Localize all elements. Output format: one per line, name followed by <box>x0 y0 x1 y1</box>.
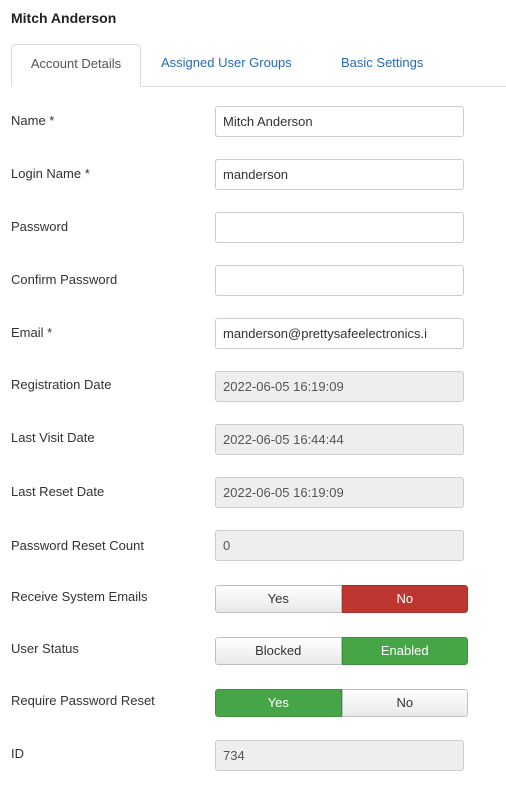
login-name-input[interactable]: manderson <box>215 159 464 190</box>
receive-emails-no-option[interactable]: No <box>341 585 468 613</box>
name-label: Name * <box>11 113 55 128</box>
password-label: Password <box>11 219 69 234</box>
require-reset-no-option[interactable]: No <box>341 689 468 717</box>
id-label: ID <box>11 746 24 761</box>
registration-date-label: Registration Date <box>11 377 112 392</box>
id-field: 734 <box>215 740 464 771</box>
user-status-label: User Status <box>11 641 79 656</box>
last-visit-date-field: 2022-06-05 16:44:44 <box>215 424 464 455</box>
login-name-label: Login Name * <box>11 166 90 181</box>
registration-date-field: 2022-06-05 16:19:09 <box>215 371 464 402</box>
page-title: Mitch Anderson <box>11 10 117 26</box>
password-input[interactable] <box>215 212 464 243</box>
require-password-reset-label: Require Password Reset <box>11 693 155 708</box>
user-status-enabled-option[interactable]: Enabled <box>341 637 468 665</box>
password-reset-count-field: 0 <box>215 530 464 561</box>
email-label: Email * <box>11 325 53 340</box>
tab-basic-settings[interactable]: Basic Settings <box>341 44 423 85</box>
tab-bar: Account Details Assigned User Groups Bas… <box>11 44 506 87</box>
require-reset-yes-option[interactable]: Yes <box>215 689 342 717</box>
last-visit-date-label: Last Visit Date <box>11 430 95 445</box>
name-input[interactable]: Mitch Anderson <box>215 106 464 137</box>
tab-assigned-user-groups[interactable]: Assigned User Groups <box>161 44 292 85</box>
email-input[interactable]: manderson@prettysafeelectronics.i <box>215 318 464 349</box>
last-reset-date-field: 2022-06-05 16:19:09 <box>215 477 464 508</box>
require-password-reset-toggle: Yes No <box>215 689 468 717</box>
receive-system-emails-toggle: Yes No <box>215 585 468 613</box>
user-status-toggle: Blocked Enabled <box>215 637 468 665</box>
confirm-password-label: Confirm Password <box>11 272 118 287</box>
confirm-password-input[interactable] <box>215 265 464 296</box>
user-status-blocked-option[interactable]: Blocked <box>215 637 342 665</box>
password-reset-count-label: Password Reset Count <box>11 538 144 553</box>
receive-emails-yes-option[interactable]: Yes <box>215 585 342 613</box>
receive-system-emails-label: Receive System Emails <box>11 589 148 604</box>
tab-account-details[interactable]: Account Details <box>11 44 141 87</box>
last-reset-date-label: Last Reset Date <box>11 484 105 499</box>
